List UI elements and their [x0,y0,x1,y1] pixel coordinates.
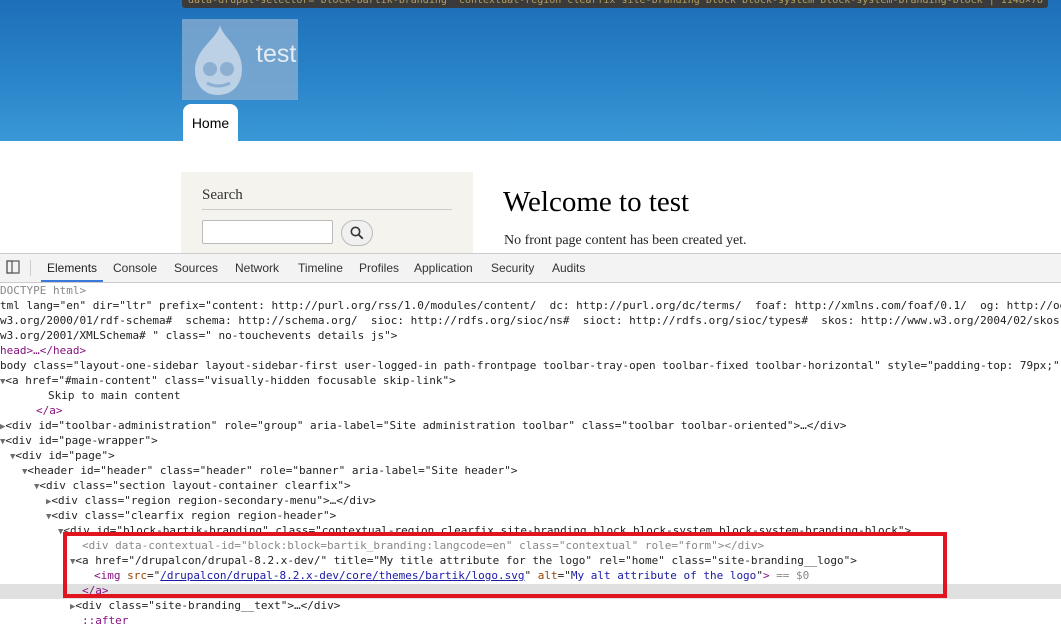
devtools-tab-network[interactable]: Network [229,254,285,282]
annotation-highlight-box [63,532,947,598]
dom-line-head[interactable]: head>…</head> [0,343,86,358]
element-inspector-tooltip: data-drupal-selector="block-bartik-brand… [182,0,1048,8]
devtools-tab-security[interactable]: Security [485,254,540,282]
dom-line-region-header[interactable]: ▼<div class="clearfix region region-head… [46,508,336,523]
device-mode-icon[interactable] [6,260,20,274]
dom-line-doctype[interactable]: DOCTYPE html> [0,283,86,298]
site-name-link[interactable]: test [256,40,296,69]
dom-line-html-3[interactable]: w3.org/2001/XMLSchema# " class=" no-touc… [0,328,397,343]
dom-line-html-1[interactable]: tml lang="en" dir="ltr" prefix="content:… [0,298,1061,313]
search-block-title: Search [202,187,243,203]
devtools-tab-application[interactable]: Application [408,254,479,282]
devtools-tab-separator [30,260,31,276]
dom-line-body[interactable]: body class="layout-one-sidebar layout-si… [0,358,1060,373]
dom-line-page[interactable]: ▼<div id="page"> [10,448,115,463]
drupal-drop-icon [195,25,242,95]
search-block-divider [202,209,452,210]
devtools-tab-elements[interactable]: Elements [41,254,104,282]
dom-line-page-wrapper[interactable]: ▼<div id="page-wrapper"> [0,433,158,448]
devtools-tab-audits[interactable]: Audits [546,254,591,282]
dom-line-skip-close[interactable]: </a> [36,403,63,418]
devtools-tab-console[interactable]: Console [107,254,163,282]
dom-line-header[interactable]: ▼<header id="header" class="header" role… [22,463,518,478]
front-page-message: No front page content has been created y… [504,233,747,248]
dom-line-html-2[interactable]: w3.org/2000/01/rdf-schema# schema: http:… [0,313,1060,328]
devtools-tab-sources[interactable]: Sources [168,254,224,282]
site-header: data-drupal-selector="block-bartik-brand… [0,0,1061,141]
search-button[interactable] [341,220,373,246]
dom-line-toolbar[interactable]: ▶<div id="toolbar-administration" role="… [0,418,847,433]
dom-line-skip-text[interactable]: Skip to main content [48,388,180,403]
dom-line-section[interactable]: ▼<div class="section layout-container cl… [34,478,351,493]
dom-line-secondary-menu[interactable]: ▶<div class="region region-secondary-men… [46,493,376,508]
dom-line-after[interactable]: ::after [82,613,128,628]
dom-line-skip-link[interactable]: ▼<a href="#main-content" class="visually… [0,373,456,388]
search-block: Search [181,172,473,256]
search-icon [350,226,364,240]
nav-tab-home[interactable]: Home [183,104,238,141]
page-title: Welcome to test [503,186,690,218]
dom-line-branding-text[interactable]: ▶<div class="site-branding__text">…</div… [70,598,340,613]
search-input[interactable] [202,220,333,244]
devtools-tab-timeline[interactable]: Timeline [292,254,349,282]
devtools-tab-bar: Elements Console Sources Network Timelin… [0,254,1061,283]
devtools-tab-profiles[interactable]: Profiles [353,254,405,282]
